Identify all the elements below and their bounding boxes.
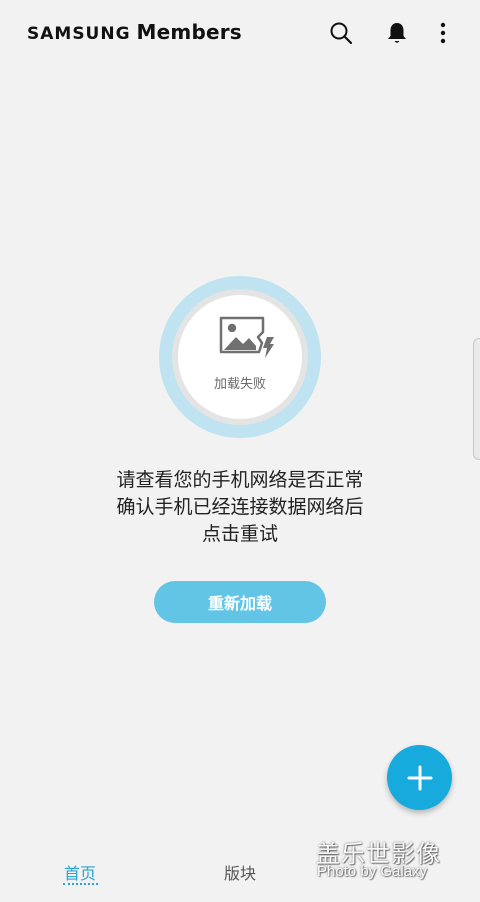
more-options-button[interactable] xyxy=(428,18,458,48)
error-ring: 加载失败 xyxy=(172,289,308,425)
app-header: SAMSUNG Members xyxy=(0,0,480,66)
broken-image-icon xyxy=(219,316,274,358)
bell-icon xyxy=(388,23,406,43)
notifications-button[interactable] xyxy=(382,18,412,48)
error-message: 请查看您的手机网络是否正常 确认手机已经连接数据网络后 点击重试 xyxy=(60,467,420,548)
search-button[interactable] xyxy=(326,18,356,48)
edge-panel-handle[interactable] xyxy=(473,338,480,460)
tab-boards[interactable]: 版块 xyxy=(200,860,280,884)
brand-name: SAMSUNG xyxy=(27,24,131,44)
active-tab-indicator xyxy=(63,883,98,885)
error-message-line: 确认手机已经连接数据网络后 xyxy=(116,496,364,518)
error-illustration: 加载失败 xyxy=(159,276,321,438)
load-failed-label: 加载失败 xyxy=(213,377,266,392)
app-title: SAMSUNG Members xyxy=(27,20,242,44)
bottom-navigation: 首页 版块 xyxy=(0,840,480,902)
reload-button[interactable]: 重新加载 xyxy=(154,581,326,623)
add-post-button[interactable] xyxy=(387,745,452,810)
search-icon xyxy=(330,22,353,45)
error-message-line: 点击重试 xyxy=(201,523,278,545)
app-screen: SAMSUNG Members 加载失败 请查看您的手机网络是否正常 确认手机已… xyxy=(0,0,480,902)
error-disc: 加载失败 xyxy=(178,295,302,419)
more-vertical-icon xyxy=(440,22,446,44)
product-name: Members xyxy=(136,20,242,44)
tab-home[interactable]: 首页 xyxy=(40,860,120,884)
plus-icon xyxy=(407,765,432,790)
error-message-line: 请查看您的手机网络是否正常 xyxy=(116,469,364,491)
